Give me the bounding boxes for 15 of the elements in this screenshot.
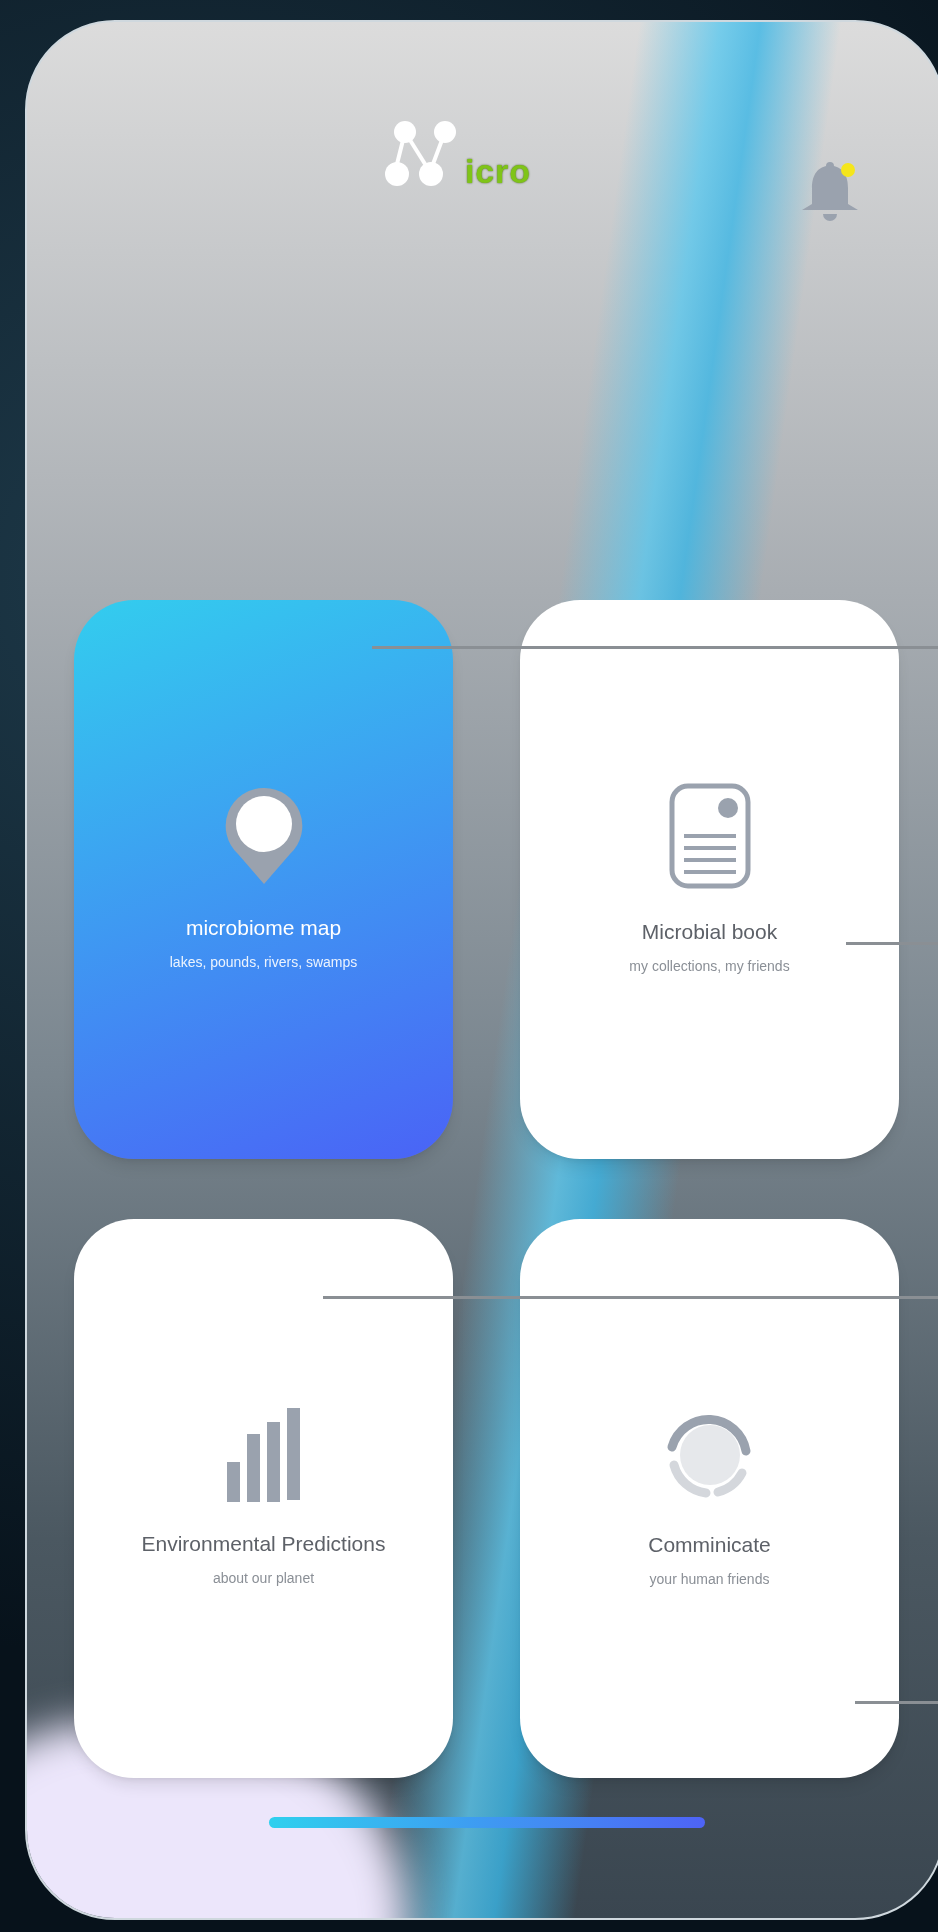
menu-card[interactable]: Environmental Predictions about our planet: [74, 1219, 453, 1778]
card-subtitle: lakes, pounds, rivers, swamps: [169, 952, 358, 972]
document-icon: [667, 782, 752, 891]
card-subtitle: your human friends: [649, 1569, 770, 1589]
card-subtitle: about our planet: [212, 1568, 315, 1588]
card-title: Comminicate: [648, 1532, 771, 1559]
menu-card[interactable]: microbiome map lakes, pounds, rivers, swamps: [74, 600, 453, 1159]
card-title: Environmental Predictions: [141, 1531, 386, 1558]
card-title: Microbial book: [641, 919, 778, 946]
menu-card[interactable]: Comminicate your human friends: [520, 1219, 899, 1778]
card-subtitle: my collections, my friends: [629, 956, 790, 976]
bar-chart-icon: [226, 1408, 301, 1503]
card-title: microbiome map: [185, 915, 342, 942]
menu-card[interactable]: Microbial book my collections, my friends: [520, 600, 899, 1159]
logo-text: icro: [465, 154, 531, 188]
